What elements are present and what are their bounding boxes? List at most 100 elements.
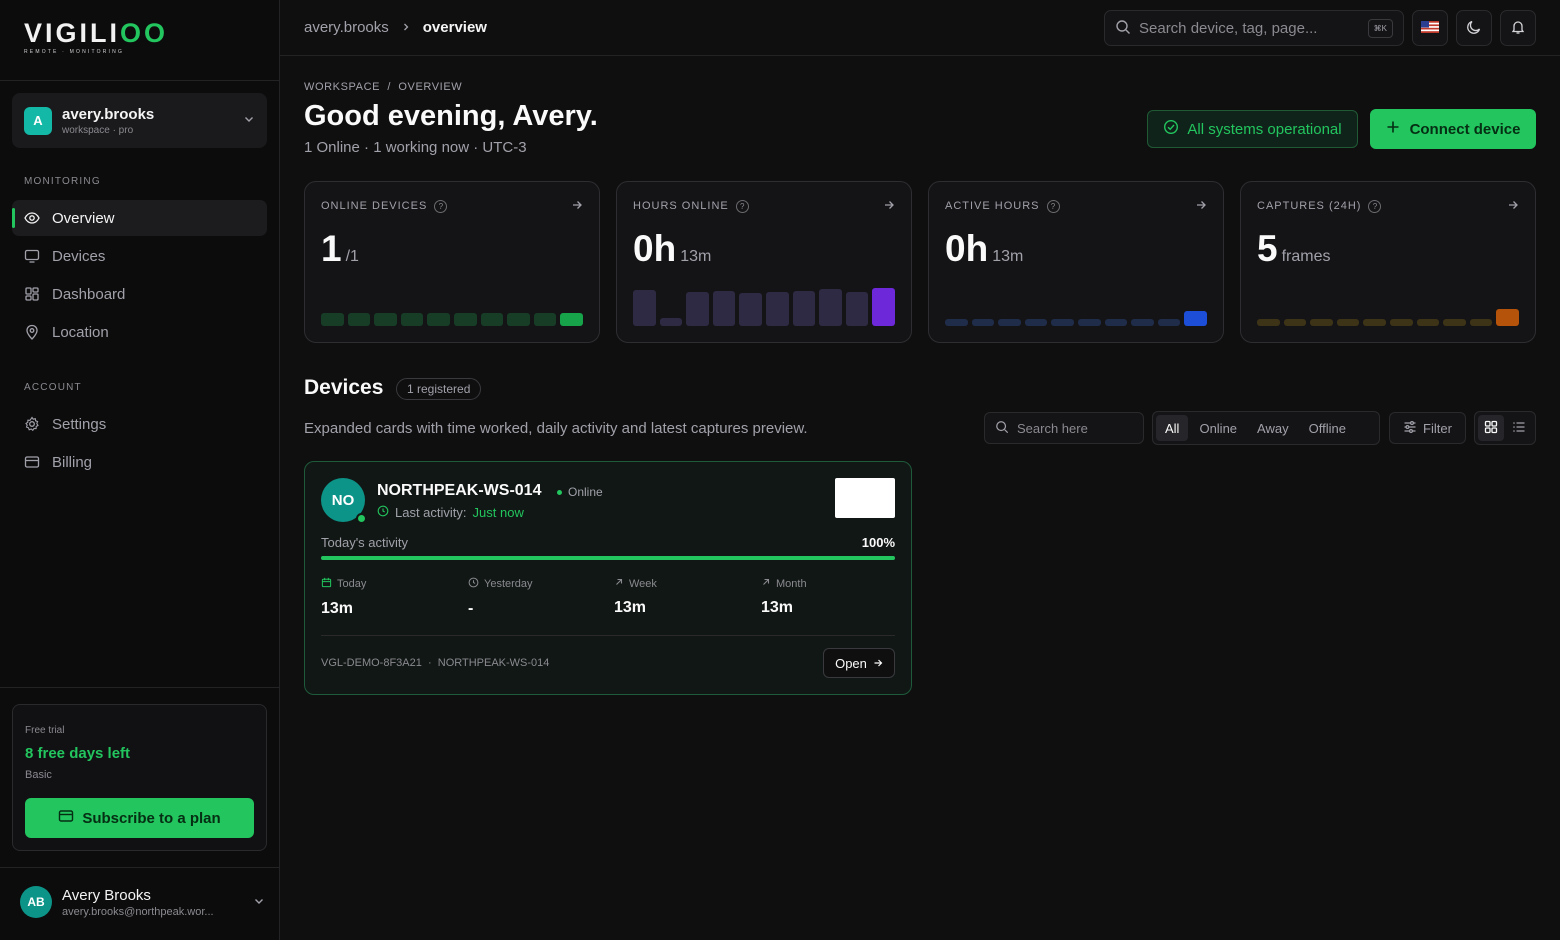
divider: [0, 687, 279, 688]
spark-bar: [1336, 319, 1360, 326]
stat-card-captures[interactable]: CAPTURES (24H)? 5 frames: [1240, 181, 1536, 343]
arrow-right-icon: [873, 656, 883, 671]
breadcrumb-workspace[interactable]: avery.brooks: [304, 19, 389, 36]
theme-toggle-button[interactable]: [1456, 10, 1492, 46]
list-icon: [1512, 420, 1526, 437]
sidebar-item-billing[interactable]: Billing: [12, 444, 267, 480]
last-activity-label: Last activity:: [395, 505, 467, 520]
map-pin-icon: [24, 324, 40, 340]
grid-icon: [24, 286, 40, 302]
metric-label: Yesterday: [484, 578, 533, 590]
connect-device-button[interactable]: Connect device: [1370, 109, 1536, 149]
plus-icon: [1386, 120, 1400, 138]
stat-sparkbars: [945, 286, 1207, 326]
spark-bar: [1469, 319, 1493, 326]
devices-description: Expanded cards with time worked, daily a…: [304, 420, 808, 437]
sidebar-item-devices[interactable]: Devices: [12, 238, 267, 274]
brand-tagline: REMOTE · MONITORING: [24, 49, 125, 55]
spark-bar: [1389, 319, 1413, 326]
help-icon[interactable]: ?: [735, 199, 749, 213]
stat-unit: frames: [1281, 248, 1331, 265]
stat-card-hours-online[interactable]: HOURS ONLINE? 0h 13m: [616, 181, 912, 343]
status-dot: [557, 489, 562, 495]
filter-button-label: Filter: [1423, 420, 1452, 436]
activity-progress-bar: [321, 556, 895, 560]
device-card[interactable]: NO NORTHPEAK-WS-014 Online Last activity…: [304, 461, 912, 695]
metric-value: 13m: [321, 600, 354, 617]
help-icon[interactable]: ?: [1368, 199, 1382, 213]
stat-unit: 13m: [680, 248, 712, 265]
stat-card-active-hours[interactable]: ACTIVE HOURS? 0h 13m: [928, 181, 1224, 343]
filter-tab-all[interactable]: All: [1156, 415, 1189, 441]
workspace-switcher[interactable]: A avery.brooks workspace · pro: [12, 93, 267, 148]
trial-label: Free trial: [25, 725, 65, 736]
device-search-placeholder: Search here: [1017, 420, 1088, 436]
search-icon: [995, 420, 1009, 437]
notifications-button[interactable]: [1500, 10, 1536, 46]
sidebar-item-label: Settings: [52, 415, 107, 433]
stat-sparkbars: [633, 286, 895, 326]
stat-sparkbars: [321, 286, 583, 326]
spark-bar: [998, 319, 1021, 326]
arrow-right-icon: [883, 198, 895, 214]
stat-sparkbars: [1257, 286, 1519, 326]
sidebar-item-label: Overview: [52, 209, 115, 227]
brand-logo[interactable]: VIGILIOO REMOTE · MONITORING: [24, 18, 168, 55]
arrow-up-right-icon: [614, 577, 624, 590]
grid-view-button[interactable]: [1478, 415, 1504, 441]
stat-value: 0h: [945, 228, 989, 269]
stat-title: ONLINE DEVICES: [321, 200, 428, 212]
subscribe-button[interactable]: Subscribe to a plan: [25, 798, 254, 838]
global-search-input[interactable]: Search device, tag, page... ⌘K: [1104, 10, 1404, 46]
workspace-avatar: A: [24, 106, 52, 135]
arrow-right-icon: [571, 198, 583, 214]
last-activity-value: Just now: [472, 505, 524, 520]
sidebar-item-location[interactable]: Location: [12, 314, 267, 350]
user-name: Avery Brooks: [62, 886, 151, 904]
grid-icon: [1484, 420, 1498, 437]
activity-percent: 100%: [861, 535, 895, 550]
language-button[interactable]: [1412, 10, 1448, 46]
sidebar-item-settings[interactable]: Settings: [12, 406, 267, 442]
search-placeholder: Search device, tag, page...: [1139, 19, 1318, 37]
sidebar-item-label: Location: [52, 323, 109, 341]
activity-label: Today's activity: [321, 535, 409, 550]
page-breadcrumb: WORKSPACE / OVERVIEW: [304, 81, 463, 93]
list-view-button[interactable]: [1506, 415, 1532, 441]
device-search-input[interactable]: Search here: [984, 412, 1144, 444]
filter-tab-online[interactable]: Online: [1190, 415, 1246, 441]
stat-unit: /1: [345, 248, 359, 265]
brand-name: VIGILI: [24, 18, 121, 48]
filter-tab-away[interactable]: Away: [1248, 415, 1298, 441]
clock-icon: [468, 577, 479, 591]
sidebar: VIGILIOO REMOTE · MONITORING A avery.bro…: [0, 0, 280, 940]
metric-label: Month: [776, 577, 807, 590]
trial-card: Free trial 8 free days left Basic Subscr…: [12, 704, 267, 851]
spark-bar: [480, 313, 504, 326]
breadcrumb-current: overview: [422, 19, 487, 36]
activity-row: Today's activity 100%: [321, 535, 895, 550]
monitor-icon: [24, 248, 40, 264]
user-menu[interactable]: AB Avery Brooks avery.brooks@northpeak.w…: [20, 886, 265, 918]
spark-bar: [1257, 319, 1280, 326]
sidebar-item-label: Devices: [52, 247, 106, 265]
spark-bar: [453, 313, 477, 326]
open-device-button[interactable]: Open: [823, 648, 895, 678]
help-icon[interactable]: ?: [1046, 199, 1060, 213]
capture-thumbnail[interactable]: [835, 478, 895, 518]
sidebar-item-overview[interactable]: Overview: [12, 200, 267, 236]
system-status-label: All systems operational: [1187, 120, 1342, 138]
spark-bar: [560, 313, 583, 326]
credit-card-icon: [24, 454, 40, 470]
eye-icon: [24, 210, 40, 226]
filter-tab-offline[interactable]: Offline: [1300, 415, 1355, 441]
sidebar-item-dashboard[interactable]: Dashboard: [12, 276, 267, 312]
sidebar-item-label: Dashboard: [52, 285, 126, 303]
spark-bar: [1131, 319, 1154, 326]
help-icon[interactable]: ?: [434, 199, 448, 213]
filter-button[interactable]: Filter: [1389, 412, 1466, 444]
device-status-label: Online: [568, 485, 603, 499]
spark-bar: [1024, 319, 1048, 326]
stat-card-online-devices[interactable]: ONLINE DEVICES? 1/1: [304, 181, 600, 343]
arrow-up-right-icon: [761, 577, 771, 590]
